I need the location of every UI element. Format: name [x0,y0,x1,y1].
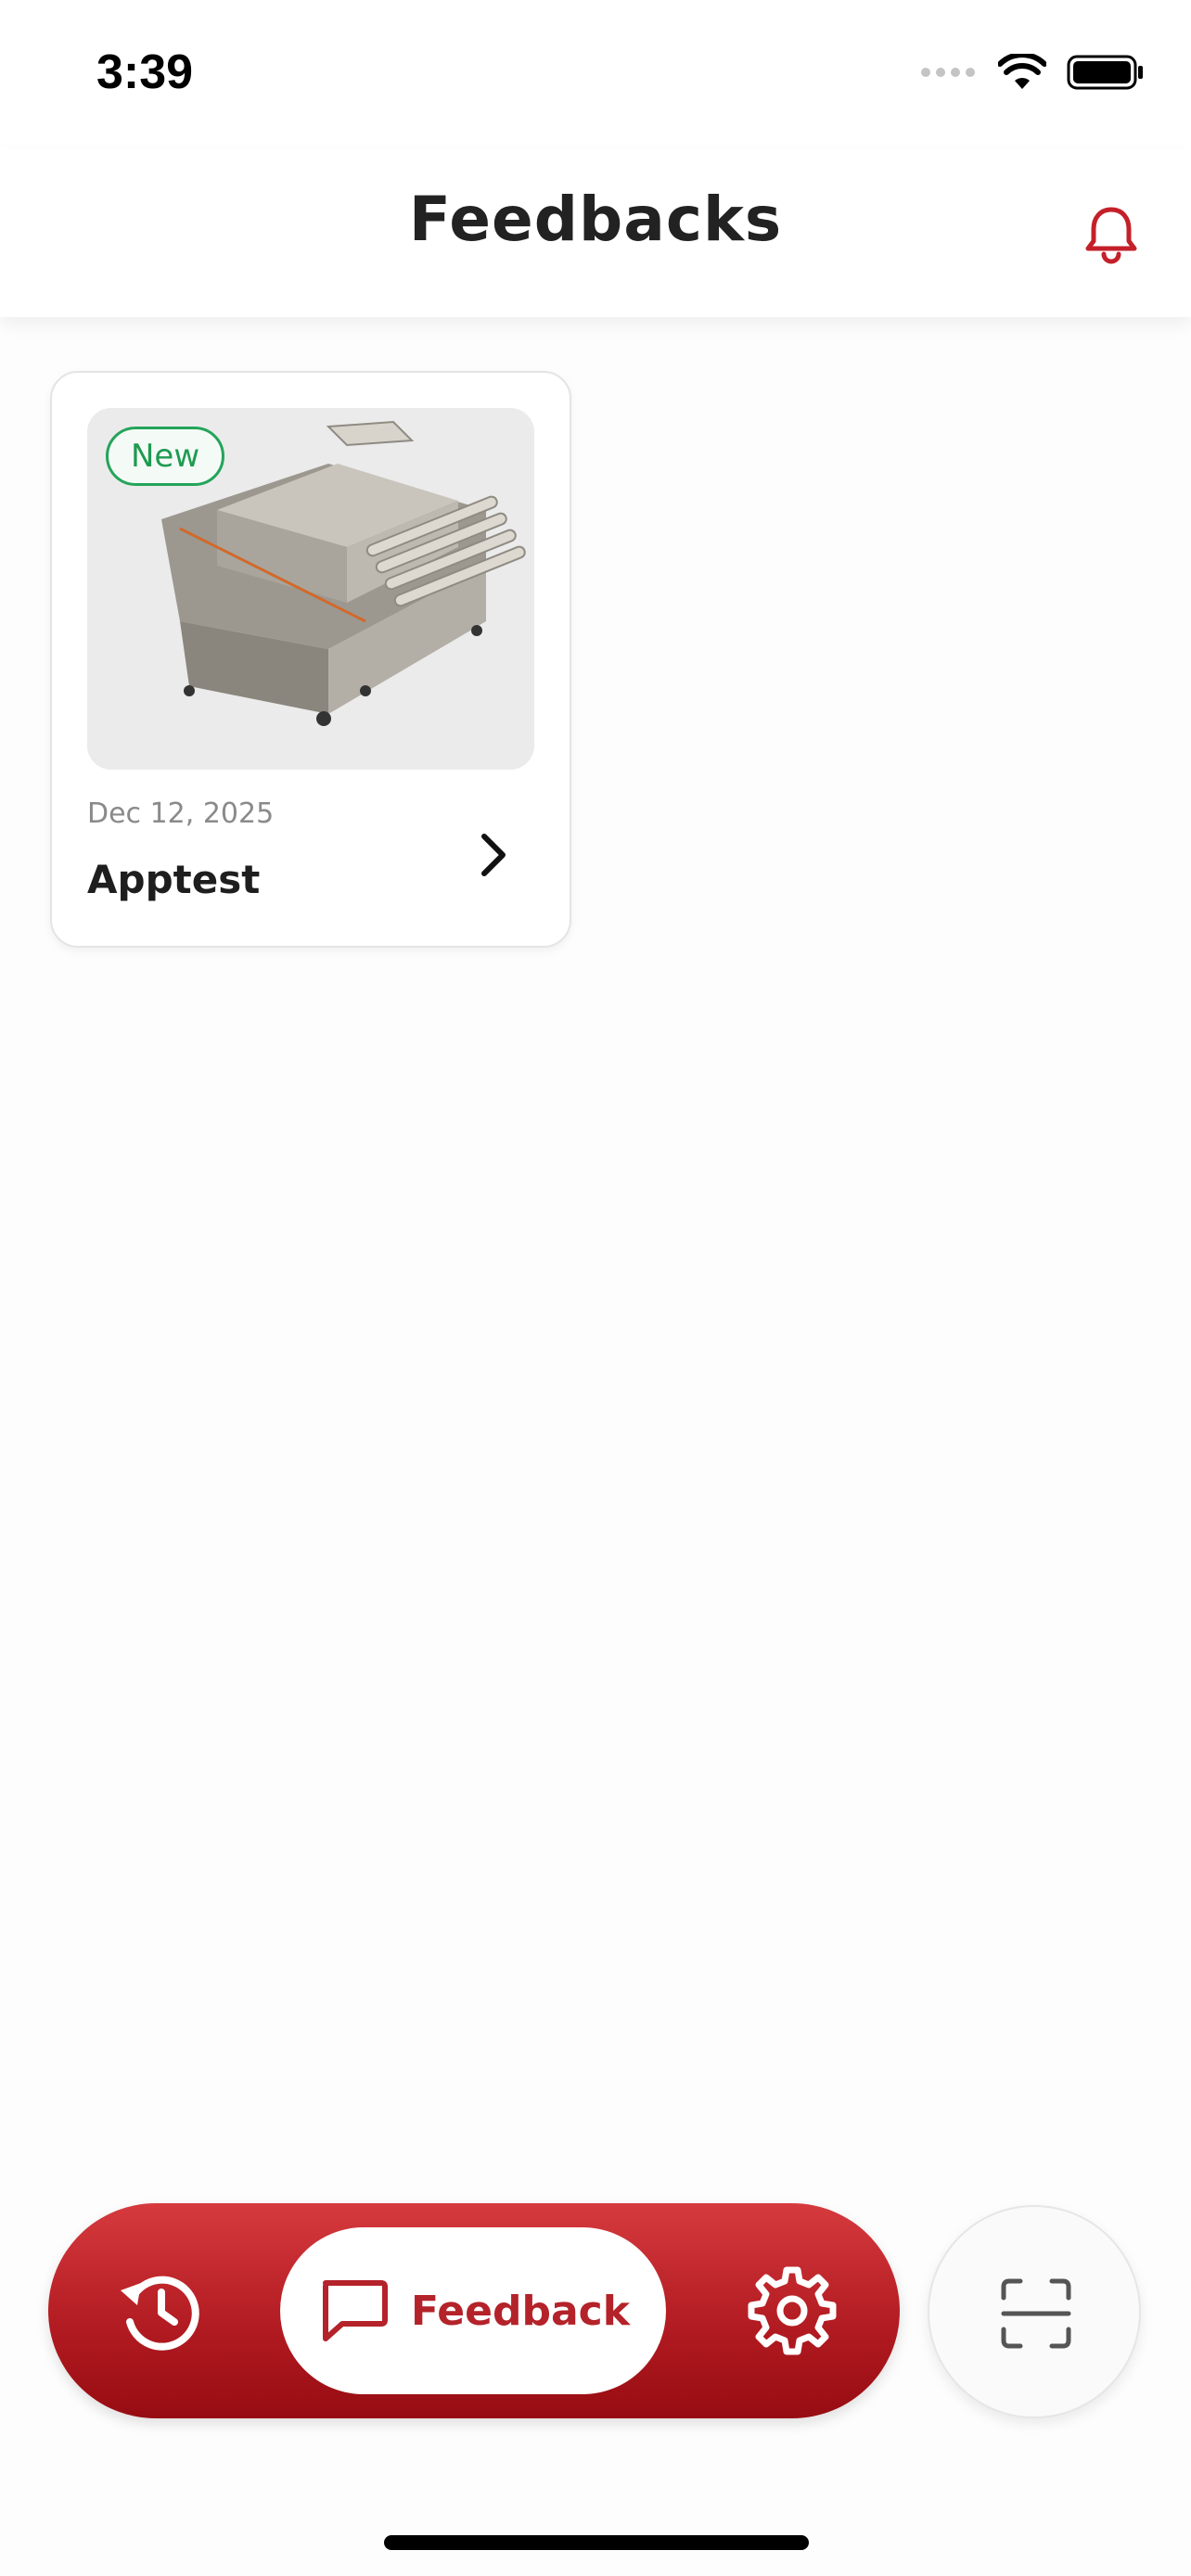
home-indicator [384,2535,809,2550]
feedback-date: Dec 12, 2025 [87,797,275,830]
wifi-icon [998,54,1046,89]
gear-icon[interactable] [746,2264,839,2357]
status-badge: New [106,427,225,486]
battery-icon [1067,55,1143,90]
app-header: Feedbacks [0,148,1191,317]
status-icons [920,52,1145,93]
nav-feedback-tab[interactable]: Feedback [280,2227,666,2394]
chat-icon [323,2280,388,2341]
signal-dots-icon [921,68,975,77]
status-bar: 3:39 [0,0,1191,148]
scan-button[interactable] [928,2205,1141,2418]
page-title: Feedbacks [408,184,783,255]
feedback-image: New [87,408,534,770]
history-icon[interactable] [113,2264,206,2357]
feedback-card[interactable]: New Dec 12, 2025 Apptest [50,371,571,948]
scan-icon [1001,2278,1071,2349]
feedback-title: Apptest [87,857,261,902]
nav-feedback-label: Feedback [411,2287,630,2335]
bottom-nav: Feedback [48,2203,900,2418]
status-time: 3:39 [96,45,194,99]
chevron-right-icon[interactable] [475,829,512,881]
bell-icon[interactable] [1078,200,1145,267]
